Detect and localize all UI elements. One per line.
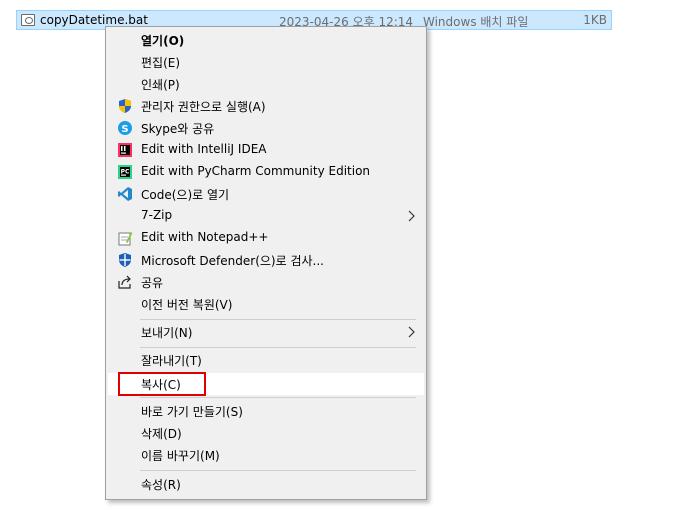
menu-item-restore-previous[interactable]: 이전 버전 복원(V) (108, 293, 424, 315)
context-menu: 열기(O) 편집(E) 인쇄(P) 관리자 권한으로 실행(A) S Skype… (105, 26, 427, 500)
menu-item-label: 바로 가기 만들기(S) (141, 405, 243, 419)
chevron-right-icon (408, 326, 415, 338)
menu-item-intellij[interactable]: Edit with IntelliJ IDEA (108, 139, 424, 161)
menu-item-label: Edit with IntelliJ IDEA (141, 142, 267, 156)
menu-item-label: 편집(E) (141, 56, 181, 70)
menu-item-edit[interactable]: 편집(E) (108, 51, 424, 73)
menu-item-label: 공유 (141, 276, 164, 290)
menu-item-delete[interactable]: 삭제(D) (108, 422, 424, 444)
menu-item-label: Microsoft Defender(으)로 검사... (141, 254, 324, 268)
menu-item-defender-scan[interactable]: Microsoft Defender(으)로 검사... (108, 249, 424, 271)
file-size: 1KB (583, 13, 607, 27)
menu-separator (140, 397, 416, 398)
menu-item-run-as-admin[interactable]: 관리자 권한으로 실행(A) (108, 95, 424, 117)
menu-item-create-shortcut[interactable]: 바로 가기 만들기(S) (108, 400, 424, 422)
menu-item-skype-share[interactable]: S Skype와 공유 (108, 117, 424, 139)
chevron-right-icon (408, 210, 415, 222)
menu-item-label: 7-Zip (141, 208, 173, 222)
svg-text:S: S (121, 124, 128, 135)
defender-icon (119, 253, 131, 267)
file-type: Windows 배치 파일 (423, 15, 529, 29)
menu-separator (140, 347, 416, 348)
intellij-icon (118, 143, 132, 157)
svg-text:PC: PC (121, 169, 130, 176)
notepadpp-icon (118, 232, 133, 246)
menu-item-print[interactable]: 인쇄(P) (108, 73, 424, 95)
menu-item-label: Edit with PyCharm Community Edition (141, 164, 371, 178)
menu-item-send-to[interactable]: 보내기(N) (108, 321, 424, 343)
menu-item-notepadpp[interactable]: Edit with Notepad++ (108, 227, 424, 249)
menu-item-pycharm[interactable]: PC Edit with PyCharm Community Edition (108, 161, 424, 183)
menu-item-label: 잘라내기(T) (141, 354, 202, 368)
copy-highlight-box (118, 372, 206, 396)
menu-separator (140, 319, 416, 320)
menu-item-cut[interactable]: 잘라내기(T) (108, 349, 424, 371)
batch-file-icon (21, 14, 35, 26)
menu-item-open[interactable]: 열기(O) (108, 29, 424, 51)
menu-item-label: 열기(O) (141, 34, 185, 48)
menu-item-rename[interactable]: 이름 바꾸기(M) (108, 444, 424, 466)
menu-item-label: 이전 버전 복원(V) (141, 298, 233, 312)
menu-item-label: 속성(R) (141, 478, 181, 492)
menu-item-label: 인쇄(P) (141, 78, 180, 92)
menu-item-share[interactable]: 공유 (108, 271, 424, 293)
vscode-icon (118, 187, 132, 201)
menu-item-open-with-code[interactable]: Code(으)로 열기 (108, 183, 424, 205)
menu-item-label: Code(으)로 열기 (141, 188, 230, 202)
pycharm-icon: PC (118, 165, 132, 179)
menu-item-7zip[interactable]: 7-Zip (108, 205, 424, 227)
skype-icon: S (118, 121, 132, 135)
file-name: copyDatetime.bat (40, 13, 148, 27)
menu-item-label: 관리자 권한으로 실행(A) (141, 100, 266, 114)
menu-item-label: 이름 바꾸기(M) (141, 449, 220, 463)
share-icon (118, 275, 131, 289)
menu-item-label: Edit with Notepad++ (141, 230, 269, 244)
menu-item-label: 보내기(N) (141, 326, 193, 340)
uac-shield-icon (119, 99, 131, 113)
menu-item-properties[interactable]: 속성(R) (108, 473, 424, 495)
menu-separator (140, 470, 416, 471)
menu-item-label: 삭제(D) (141, 427, 182, 441)
menu-item-label: Skype와 공유 (141, 122, 215, 136)
